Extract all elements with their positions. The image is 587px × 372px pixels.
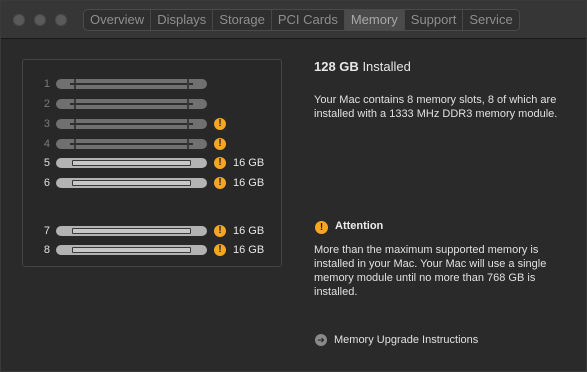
warning-icon: ! bbox=[214, 157, 226, 169]
memory-slot-row: 2 bbox=[23, 97, 281, 111]
memory-upgrade-instructions-link[interactable]: ➜ Memory Upgrade Instructions bbox=[315, 333, 478, 347]
warning-icon: ! bbox=[214, 244, 226, 256]
memory-slots-panel: 1 2 3 ! 4 ! 5 ! 16 GB 6 ! 16 GB 7 ! 16 G… bbox=[22, 59, 282, 267]
memory-slot-populated bbox=[56, 226, 207, 236]
memory-slot bbox=[56, 79, 207, 89]
slot-capacity: 16 GB bbox=[233, 225, 265, 237]
memory-slot-populated bbox=[56, 178, 207, 188]
slot-number: 6 bbox=[43, 177, 50, 189]
warning-icon: ! bbox=[214, 225, 226, 237]
close-button[interactable] bbox=[13, 14, 25, 26]
tab-displays[interactable]: Displays bbox=[151, 10, 214, 30]
memory-module bbox=[72, 180, 191, 186]
slot-number: 4 bbox=[43, 138, 50, 150]
memory-slot bbox=[56, 139, 207, 149]
slot-capacity: 16 GB bbox=[233, 157, 265, 169]
tab-overview[interactable]: Overview bbox=[84, 10, 152, 30]
memory-slot-populated bbox=[56, 245, 207, 255]
memory-module bbox=[72, 160, 191, 166]
memory-slot-row: 5 ! 16 GB bbox=[23, 156, 281, 170]
warning-icon: ! bbox=[214, 177, 226, 189]
tab-storage[interactable]: Storage bbox=[213, 10, 272, 30]
memory-slot-row: 1 bbox=[23, 77, 281, 91]
slot-number: 3 bbox=[43, 118, 50, 130]
tab-support[interactable]: Support bbox=[405, 10, 464, 30]
memory-module bbox=[72, 228, 191, 234]
memory-slot bbox=[56, 99, 207, 109]
zoom-button[interactable] bbox=[55, 14, 67, 26]
title-bar: Overview Displays Storage PCI Cards Memo… bbox=[1, 1, 586, 39]
link-label: Memory Upgrade Instructions bbox=[334, 334, 479, 346]
slot-capacity: 16 GB bbox=[233, 177, 265, 189]
memory-slot-populated bbox=[56, 158, 207, 168]
memory-slot-row: 6 ! 16 GB bbox=[23, 176, 281, 190]
attention-message: More than the maximum supported memory i… bbox=[314, 244, 547, 298]
memory-installed-suffix: Installed bbox=[362, 59, 411, 74]
attention-title: Attention bbox=[335, 220, 384, 232]
warning-icon: ! bbox=[315, 221, 328, 234]
tab-service[interactable]: Service bbox=[463, 10, 518, 30]
slot-number: 2 bbox=[43, 98, 50, 110]
memory-description: Your Mac contains 8 memory slots, 8 of w… bbox=[314, 94, 558, 120]
warning-icon: ! bbox=[214, 138, 226, 150]
memory-installed-title: 128 GB Installed bbox=[314, 59, 411, 74]
slot-number: 8 bbox=[43, 244, 50, 256]
memory-module bbox=[72, 247, 191, 253]
memory-slot-row: 7 ! 16 GB bbox=[23, 224, 281, 238]
slot-number: 1 bbox=[43, 78, 50, 90]
minimize-button[interactable] bbox=[34, 14, 46, 26]
slot-capacity: 16 GB bbox=[233, 244, 265, 256]
memory-slot-row: 8 ! 16 GB bbox=[23, 243, 281, 257]
memory-slot-row: 3 ! bbox=[23, 117, 281, 131]
arrow-circle-icon: ➜ bbox=[315, 334, 327, 346]
memory-slot bbox=[56, 119, 207, 129]
tab-pci-cards[interactable]: PCI Cards bbox=[272, 10, 345, 30]
slot-number: 5 bbox=[43, 157, 50, 169]
tab-bar: Overview Displays Storage PCI Cards Memo… bbox=[83, 9, 520, 31]
about-this-mac-window: Overview Displays Storage PCI Cards Memo… bbox=[0, 0, 587, 372]
slot-number: 7 bbox=[43, 225, 50, 237]
memory-amount: 128 GB bbox=[314, 59, 359, 74]
warning-icon: ! bbox=[214, 118, 226, 130]
memory-slot-row: 4 ! bbox=[23, 137, 281, 151]
tab-memory[interactable]: Memory bbox=[344, 10, 405, 30]
